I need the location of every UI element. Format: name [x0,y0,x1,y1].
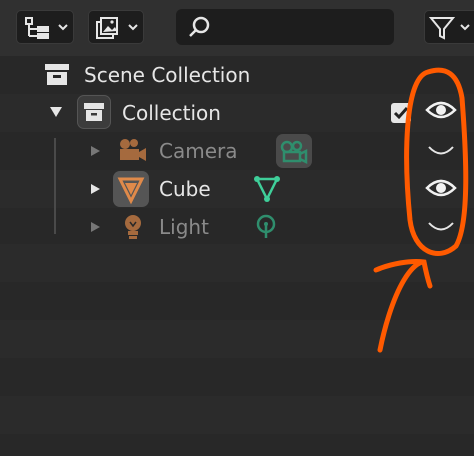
orange-annotation-overlay [373,67,469,353]
circle-annotation [404,67,469,256]
outliner-panel: Scene Collection Collection Camera Cube … [0,0,474,456]
arrow-shaft-annotation [377,259,425,353]
